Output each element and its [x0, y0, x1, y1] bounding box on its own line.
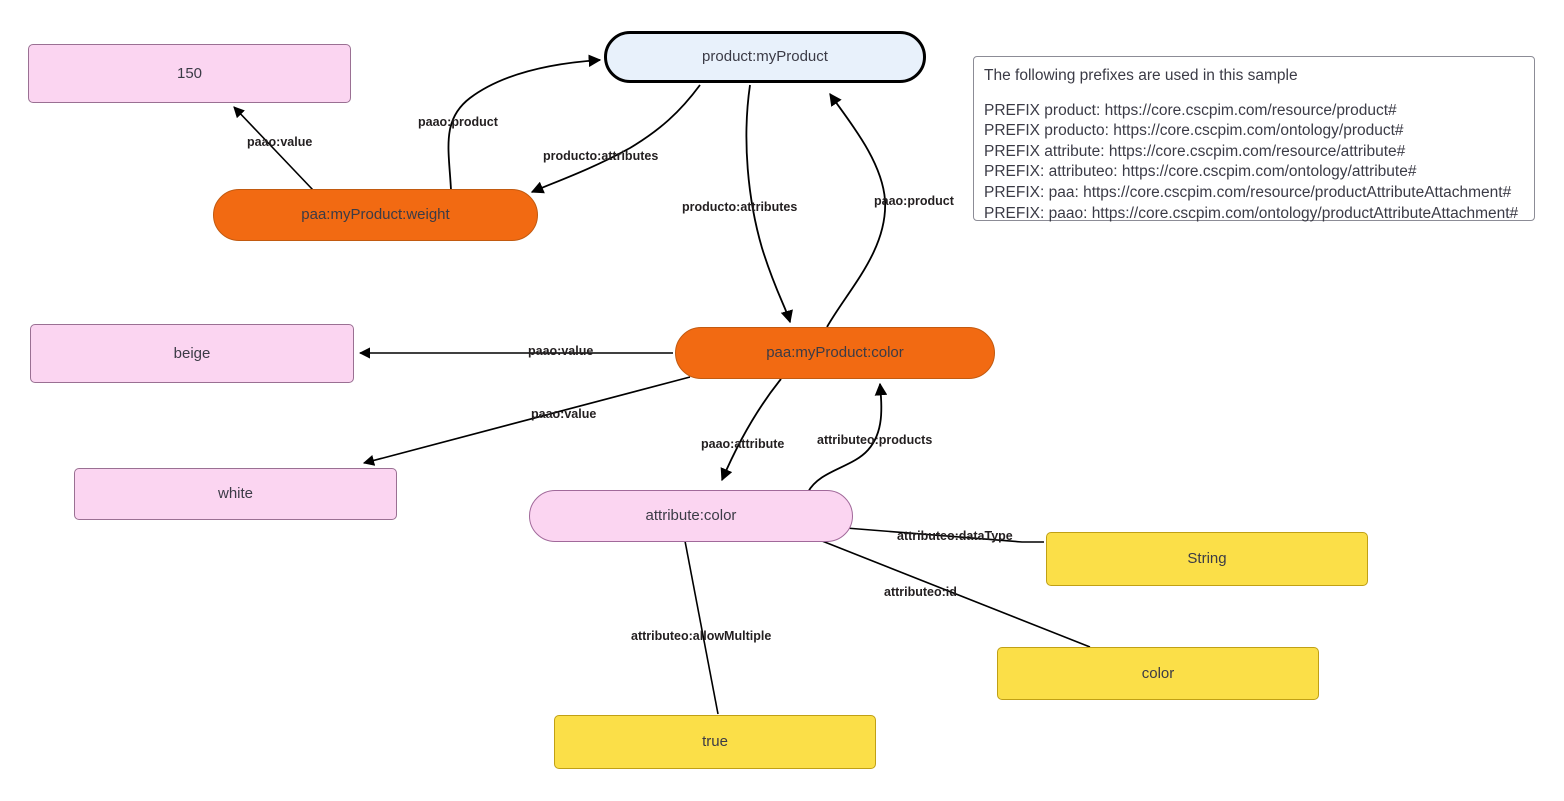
edge-label-paao-value-150: paao:value — [247, 135, 313, 149]
node-label: paa:myProduct:color — [766, 344, 904, 361]
node-label: paa:myProduct:weight — [301, 206, 450, 223]
node-literal-true[interactable]: true — [554, 715, 876, 769]
edge-label-attributeo-products: attributeo:products — [817, 433, 933, 447]
node-label: color — [1141, 664, 1175, 682]
node-paa-myproduct-color[interactable]: paa:myProduct:color — [675, 327, 995, 379]
edge-label-paao-value-beige: paao:value — [528, 344, 594, 358]
edge-producto-attributes-weight — [530, 84, 701, 194]
legend-line-paao: PREFIX: paao: https://core.cscpim.com/on… — [984, 204, 1519, 222]
node-label: attribute:color — [645, 507, 737, 524]
edge-label-paao-attribute: paao:attribute — [701, 437, 785, 451]
legend-title: The following prefixes are used in this … — [984, 67, 1298, 84]
edge-label-paao-product-color: paao:product — [874, 194, 954, 208]
legend-line-attribute: PREFIX attribute: https://core.cscpim.co… — [984, 142, 1406, 160]
node-literal-150[interactable]: 150 — [28, 44, 351, 103]
edge-label-attributeo-allowmultiple: attributeo:allowMultiple — [631, 629, 772, 643]
node-label: beige — [173, 344, 211, 362]
node-literal-beige[interactable]: beige — [30, 324, 354, 383]
node-literal-white[interactable]: white — [74, 468, 397, 520]
edge-attributeo-allowmultiple — [684, 540, 719, 715]
node-paa-myproduct-weight[interactable]: paa:myProduct:weight — [213, 189, 538, 241]
node-literal-string[interactable]: String — [1046, 532, 1368, 586]
edge-paao-product-color — [826, 92, 886, 328]
legend-line-product: PREFIX product: https://core.cscpim.com/… — [984, 101, 1397, 119]
node-label: true — [702, 733, 728, 750]
legend-line-producto: PREFIX producto: https://core.cscpim.com… — [984, 122, 1404, 140]
edge-label-attributeo-id: attributeo:id — [884, 585, 957, 599]
edge-label-producto-attributes-weight: producto:attributes — [543, 149, 659, 163]
node-product-myproduct[interactable]: product:myProduct — [604, 31, 926, 83]
node-label: 150 — [176, 64, 203, 82]
node-label: white — [217, 485, 254, 502]
prefix-legend: The following prefixes are used in this … — [973, 56, 1535, 222]
node-literal-color[interactable]: color — [997, 647, 1319, 700]
edge-label-producto-attributes-color: producto:attributes — [682, 200, 798, 214]
edge-paao-attribute — [720, 378, 782, 482]
edge-label-paao-product-weight: paao:product — [418, 115, 498, 129]
graph-canvas: product:myProduct 150 paa:myProduct:weig… — [0, 0, 1564, 801]
edge-paao-value-white — [362, 376, 691, 466]
node-label: product:myProduct — [702, 48, 828, 65]
legend-line-paa: PREFIX: paa: https://core.cscpim.com/res… — [984, 184, 1512, 202]
node-attribute-color[interactable]: attribute:color — [529, 490, 853, 542]
edge-label-paao-value-white: paao:value — [531, 407, 597, 421]
node-label: String — [1187, 550, 1227, 567]
legend-line-attributeo: PREFIX: attributeo: https://core.cscpim.… — [984, 163, 1417, 181]
edge-label-attributeo-datatype: attributeo:dataType — [897, 529, 1013, 543]
